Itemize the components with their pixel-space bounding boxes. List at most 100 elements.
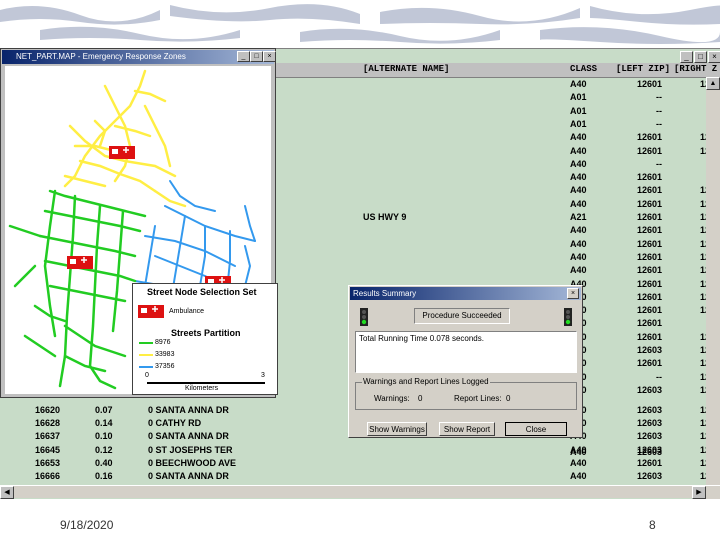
yellow-zone-streets [63,69,187,208]
left-zip-cell: 12601 [636,172,662,183]
class-cell: A21 [570,212,587,222]
street-name-cell: 0 SANTA ANNA DR [148,405,229,415]
left-zip-cell: 12601 [636,185,662,196]
legend-swatch [139,354,153,356]
left-zip-cell: 12601 [636,79,662,89]
legend-title: Street Node Selection Set [147,287,257,297]
scale-unit-label: Kilometers [185,385,219,392]
class-cell: A40 [570,79,587,89]
scale-bar [147,382,265,384]
class-cell: A40 [570,265,587,276]
left-zip-cell: -- [656,158,662,169]
left-zip-cell: 12601 [636,132,662,143]
close-icon[interactable]: × [567,288,579,299]
status-text: Procedure Succeeded [414,308,510,324]
left-zip-cell: 12603 [636,418,662,429]
scroll-left-icon[interactable]: ◀ [0,486,14,499]
slide-decoration [0,4,720,44]
legend-item-label: 37356 [155,363,175,370]
table-row[interactable]: 16666 0.16 0 SANTA ANNA DR A40 12603 12 [0,471,720,484]
class-cell: A40 [570,238,587,249]
minimize-icon[interactable]: _ [237,51,250,62]
left-zip-cell: -- [656,118,662,129]
dialog-title: Results Summary [350,287,581,300]
left-zip-cell: 12601 [636,145,662,156]
minimize-icon[interactable]: _ [680,51,693,63]
class-cell: A01 [570,92,587,103]
left-zip-cell: 12603 [636,405,662,415]
class-cell: A40 [570,145,587,156]
ambulance-icon [67,256,93,269]
header-right-zip[interactable]: [RIGHT Z [674,64,717,74]
warnings-group-label: Warnings and Report Lines Logged [362,377,490,386]
horizontal-scrollbar[interactable]: ◀ ▶ [0,485,720,499]
id-cell: 16637 [35,431,61,442]
map-window-title: NET_PART.MAP - Emergency Response Zones [2,50,274,64]
length-cell: 0.10 [95,431,113,442]
left-zip-cell: 12601 [636,212,662,222]
show-warnings-button[interactable]: Show Warnings [367,422,427,436]
table-row[interactable]: A40 12603 [0,447,720,460]
left-zip-cell: 12601 [636,238,662,249]
scroll-right-icon[interactable]: ▶ [692,486,706,499]
maximize-icon[interactable]: □ [250,51,263,62]
class-cell: A40 [570,251,587,262]
legend-ambulance-label: Ambulance [169,308,205,315]
report-lines-label: Report Lines: [454,394,502,403]
left-zip-cell: 12603 [636,431,662,442]
street-name-cell: 0 SANTA ANNA DR [148,431,229,442]
left-zip-cell: 12603 [636,345,662,355]
maximize-icon[interactable]: □ [694,51,707,63]
left-zip-cell: 12603 [636,471,662,481]
id-cell: 16620 [35,405,61,415]
legend-swatch [139,342,153,344]
length-cell: 0.16 [95,471,113,481]
street-name-cell: 0 CATHY RD [148,418,202,429]
legend-swatch [139,366,153,368]
street-name-cell: 0 SANTA ANNA DR [148,471,229,481]
left-zip-cell: 12601 [636,305,662,316]
scale-end-label: 3 [261,372,265,379]
left-zip-cell: 12601 [636,331,662,342]
left-zip-cell: 12603 [636,384,662,395]
vertical-scrollbar[interactable]: ▲ ▼ [706,77,720,499]
left-zip-cell: 12601 [636,225,662,236]
id-cell: 16628 [35,418,61,429]
close-button[interactable]: Close [505,422,567,436]
warnings-value: 0 [418,394,423,403]
class-cell: A40 [570,132,587,143]
ambulance-icon [138,305,164,318]
left-zip-cell: 12601 [636,251,662,262]
class-cell: A40 [570,158,587,169]
results-message-box[interactable]: Total Running Time 0.078 seconds. [355,331,577,373]
header-left-zip[interactable]: [LEFT ZIP] [616,64,670,74]
legend-item-label: 33983 [155,351,175,358]
slide-page-number: 8 [649,518,656,532]
report-lines-value: 0 [506,394,511,403]
alternate-name-cell: US HWY 9 [363,212,407,222]
left-zip-cell: 12601 [636,318,662,329]
header-class[interactable]: CLASS [570,64,597,74]
map-legend: Street Node Selection Set Ambulance Stre… [132,283,278,395]
scroll-up-icon[interactable]: ▲ [706,77,720,90]
left-zip-cell: 12601 [636,291,662,302]
class-cell: A40 [570,185,587,196]
left-zip-cell: -- [656,105,662,116]
length-cell: 0.14 [95,418,113,429]
left-zip-cell: -- [656,92,662,103]
scale-start-label: 0 [145,372,149,379]
close-icon[interactable]: × [263,51,276,62]
ambulance-icon [109,146,135,159]
class-cell: A01 [570,118,587,129]
header-alternate-name[interactable]: [ALTERNATE NAME] [363,64,449,74]
close-icon[interactable]: × [708,51,720,63]
class-cell: A40 [570,172,587,183]
left-zip-cell: 12601 [636,278,662,289]
traffic-light-icon [564,308,572,326]
warnings-group: Warnings and Report Lines Logged Warning… [355,377,577,410]
legend-item-label: 8976 [155,339,171,346]
class-cell: A40 [570,225,587,236]
show-report-button[interactable]: Show Report [439,422,495,436]
left-zip-cell: -- [656,371,662,382]
results-summary-dialog[interactable]: Results Summary × Procedure Succeeded To… [348,285,583,438]
